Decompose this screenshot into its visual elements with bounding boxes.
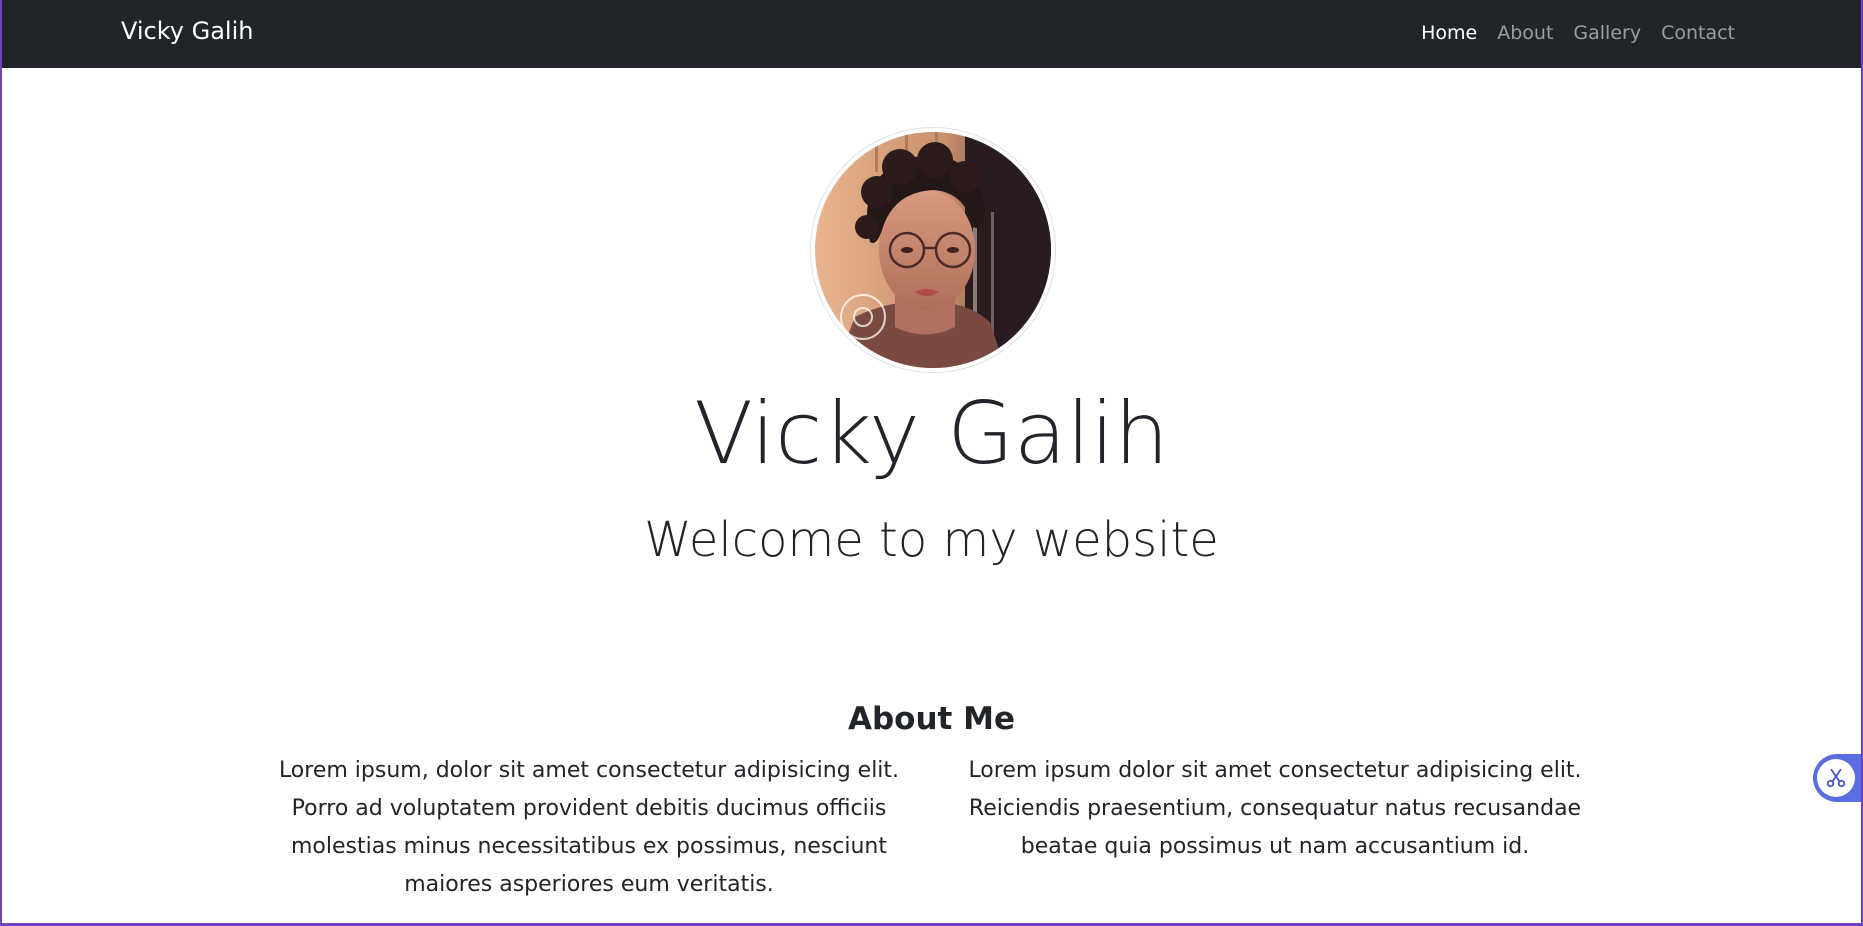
navbar-brand[interactable]: Vicky Galih (121, 17, 253, 45)
hero-name: Vicky Galih (694, 384, 1169, 484)
about-title: About Me (847, 701, 1016, 737)
nav-link-contact[interactable]: Contact (1661, 22, 1735, 44)
nav-link-about[interactable]: About (1497, 22, 1553, 44)
about-paragraph-right: Lorem ipsum dolor sit amet consectetur a… (968, 758, 1582, 859)
hero-subtitle: Welcome to my website (644, 512, 1219, 568)
navbar: Vicky Galih Home About Gallery Contact (2, 0, 1861, 68)
nav-links: Home About Gallery Contact (1421, 22, 1735, 44)
profile-photo-icon (815, 132, 1051, 368)
floating-widget-inner (1817, 759, 1855, 797)
page-frame: Vicky Galih Home About Gallery Contact V… (0, 0, 1863, 926)
about-paragraph-left: Lorem ipsum, dolor sit amet consectetur … (278, 758, 900, 897)
floating-widget-button[interactable] (1813, 754, 1861, 802)
scissors-icon (1826, 768, 1846, 788)
nav-link-gallery[interactable]: Gallery (1573, 22, 1641, 44)
profile-avatar (810, 127, 1056, 373)
nav-link-home[interactable]: Home (1421, 22, 1477, 44)
